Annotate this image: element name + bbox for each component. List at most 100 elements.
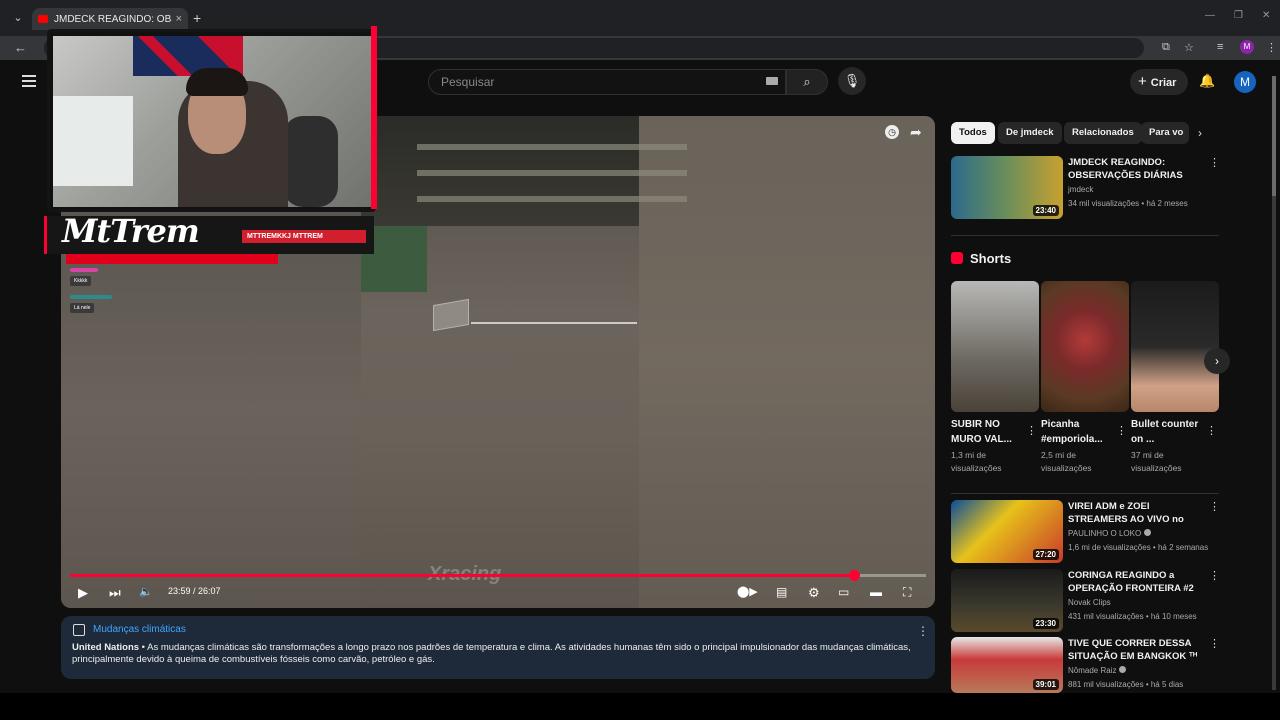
short-thumbnail[interactable] bbox=[1041, 281, 1129, 412]
info-panel-link[interactable]: Mudanças climáticas bbox=[93, 624, 186, 635]
scrollbar-thumb[interactable] bbox=[1272, 76, 1276, 196]
video-channel[interactable]: Novak Clips bbox=[1068, 598, 1111, 607]
share-icon[interactable]: ➦ bbox=[910, 124, 922, 141]
browser-tab[interactable]: JMDECK REAGINDO: OBSERVAÇ × bbox=[32, 8, 188, 30]
monitor bbox=[53, 96, 133, 186]
tab-search-icon[interactable]: ⌄ bbox=[8, 8, 28, 28]
maximize-icon[interactable]: ❐ bbox=[1234, 10, 1243, 21]
video-title[interactable]: VIREI ADM e ZOEI STREAMERS AO VIVO no GT… bbox=[1068, 500, 1200, 526]
play-icon[interactable]: ▶ bbox=[78, 585, 88, 601]
bookmark-star-icon[interactable]: ☆ bbox=[1184, 41, 1194, 54]
chip-relacionados[interactable]: Relacionados bbox=[1064, 122, 1142, 144]
youtube-favicon-icon bbox=[38, 15, 48, 23]
bottom-bar bbox=[0, 693, 1280, 720]
search-input[interactable]: Pesquisar bbox=[428, 69, 786, 95]
plus-icon: + bbox=[1138, 73, 1147, 90]
menu-icon[interactable] bbox=[22, 75, 36, 87]
volume-icon[interactable]: 🔈 bbox=[139, 585, 153, 598]
watch-later-icon[interactable]: ◷ bbox=[885, 125, 899, 139]
info-panel-text: United Nations • As mudanças climáticas … bbox=[72, 642, 924, 666]
stream-logo: MtTrem bbox=[62, 212, 200, 250]
video-thumbnail[interactable]: 27:20 bbox=[951, 500, 1063, 563]
short-views: 2,5 mi de visualizações bbox=[1041, 450, 1092, 473]
microphone-icon: 🎙 bbox=[843, 73, 861, 88]
info-description: • As mudanças climáticas são transformaç… bbox=[72, 642, 911, 665]
new-tab-icon[interactable]: + bbox=[193, 10, 201, 26]
short-views: 37 mi de visualizações bbox=[1131, 450, 1182, 473]
notifications-bell-icon[interactable]: 🔔 bbox=[1199, 73, 1215, 89]
short-card[interactable]: Picanha #emporiola... 2,5 mi de visualiz… bbox=[1041, 281, 1129, 475]
tab-close-icon[interactable]: × bbox=[176, 13, 182, 25]
progress-scrubber[interactable] bbox=[849, 570, 860, 581]
more-options-icon[interactable]: ⋮ bbox=[1206, 424, 1217, 437]
media-queue-icon[interactable]: ≡ bbox=[1217, 41, 1223, 53]
search-icon: ⌕ bbox=[803, 74, 811, 89]
settings-gear-icon[interactable]: ⚙ bbox=[808, 585, 820, 601]
verified-icon bbox=[1119, 666, 1127, 673]
more-options-icon[interactable]: ⋮ bbox=[1209, 637, 1220, 650]
create-button[interactable]: + Criar bbox=[1130, 69, 1188, 95]
account-avatar[interactable]: M bbox=[1234, 71, 1256, 93]
search-button[interactable]: ⌕ bbox=[786, 69, 828, 95]
video-meta: 881 mil visualizações • há 5 dias bbox=[1068, 680, 1184, 689]
chip-para-voce[interactable]: Para vo bbox=[1141, 122, 1189, 144]
video-duration: 23:30 bbox=[1032, 618, 1059, 629]
video-duration: 39:01 bbox=[1032, 679, 1059, 690]
short-thumbnail[interactable] bbox=[1131, 281, 1219, 412]
short-title[interactable]: Picanha #emporiola... bbox=[1041, 417, 1113, 447]
shorts-heading: Shorts bbox=[951, 251, 1011, 266]
info-more-icon[interactable]: ⋮ bbox=[917, 624, 929, 638]
voice-search-button[interactable]: 🎙 bbox=[838, 67, 866, 95]
video-thumbnail[interactable]: 23:40 bbox=[951, 156, 1063, 219]
more-options-icon[interactable]: ⋮ bbox=[1209, 500, 1220, 513]
recommended-video[interactable]: 23:40 JMDECK REAGINDO: OBSERVAÇÕES DIÁRI… bbox=[951, 156, 1221, 220]
chevron-right-icon: › bbox=[1215, 354, 1219, 368]
short-views: 1,3 mi de visualizações bbox=[951, 450, 1002, 473]
theater-mode-icon[interactable]: ▬ bbox=[870, 585, 882, 599]
tab-title: JMDECK REAGINDO: OBSERVAÇ bbox=[54, 13, 172, 25]
video-meta: 1,6 mi de visualizações • há 2 semanas bbox=[1068, 543, 1209, 552]
recommended-video[interactable]: 27:20 VIREI ADM e ZOEI STREAMERS AO VIVO… bbox=[951, 500, 1221, 564]
more-options-icon[interactable]: ⋮ bbox=[1116, 424, 1127, 437]
short-title[interactable]: SUBIR NO MURO VAL... bbox=[951, 417, 1023, 447]
recommended-video[interactable]: 23:30 CORINGA REAGINDO a OPERAÇÃO FRONTE… bbox=[951, 569, 1221, 633]
chip-de-jmdeck[interactable]: De jmdeck bbox=[998, 122, 1062, 144]
short-thumbnail[interactable] bbox=[951, 281, 1039, 412]
more-options-icon[interactable]: ⋮ bbox=[1026, 424, 1037, 437]
chip-todos[interactable]: Todos bbox=[951, 122, 995, 144]
floating-box bbox=[433, 298, 469, 332]
browser-profile-avatar[interactable]: M bbox=[1240, 40, 1254, 54]
video-channel[interactable]: Nômade Raiz bbox=[1068, 666, 1127, 675]
short-card[interactable]: Bullet counter on ... 37 mi de visualiza… bbox=[1131, 281, 1219, 475]
video-thumbnail[interactable]: 23:30 bbox=[951, 569, 1063, 632]
video-title[interactable]: CORINGA REAGINDO a OPERAÇÃO FRONTEIRA #2 bbox=[1068, 569, 1200, 595]
autoplay-toggle[interactable]: ⬤▶ bbox=[737, 585, 758, 598]
video-duration: 23:40 bbox=[1032, 205, 1059, 216]
back-arrow-icon[interactable]: ← bbox=[14, 40, 27, 55]
video-channel[interactable]: PAULINHO O LOKO bbox=[1068, 529, 1152, 538]
gaming-chair bbox=[283, 116, 338, 207]
video-thumbnail[interactable]: 39:01 bbox=[951, 637, 1063, 693]
short-title[interactable]: Bullet counter on ... bbox=[1131, 417, 1203, 447]
shorts-next-button[interactable]: › bbox=[1204, 348, 1230, 374]
minimize-icon[interactable]: — bbox=[1205, 10, 1215, 21]
browser-menu-icon[interactable]: ⋮ bbox=[1266, 41, 1277, 54]
keyboard-icon[interactable] bbox=[766, 77, 778, 85]
close-window-icon[interactable]: ✕ bbox=[1262, 10, 1270, 21]
video-title[interactable]: JMDECK REAGINDO: OBSERVAÇÕES DIÁRIAS (EP… bbox=[1068, 156, 1200, 182]
next-icon[interactable]: ⏭ bbox=[109, 585, 121, 601]
more-options-icon[interactable]: ⋮ bbox=[1209, 156, 1220, 169]
shorts-icon bbox=[951, 252, 963, 264]
miniplayer-icon[interactable]: ▭ bbox=[838, 585, 849, 599]
video-title[interactable]: TIVE QUE CORRER DESSA SITUAÇÃO EM BANGKO… bbox=[1068, 637, 1200, 663]
short-card[interactable]: SUBIR NO MURO VAL... 1,3 mi de visualiza… bbox=[951, 281, 1039, 475]
recommended-video[interactable]: 39:01 TIVE QUE CORRER DESSA SITUAÇÃO EM … bbox=[951, 637, 1221, 701]
subtitles-icon[interactable]: ▤ bbox=[776, 585, 787, 599]
install-app-icon[interactable]: ⧉ bbox=[1162, 41, 1170, 54]
chevron-right-icon[interactable]: › bbox=[1198, 126, 1202, 140]
video-channel[interactable]: jmdeck bbox=[1068, 185, 1093, 194]
more-options-icon[interactable]: ⋮ bbox=[1209, 569, 1220, 582]
fullscreen-icon[interactable]: ⛶ bbox=[903, 585, 911, 600]
verified-icon bbox=[1144, 529, 1152, 536]
progress-played bbox=[70, 574, 854, 577]
